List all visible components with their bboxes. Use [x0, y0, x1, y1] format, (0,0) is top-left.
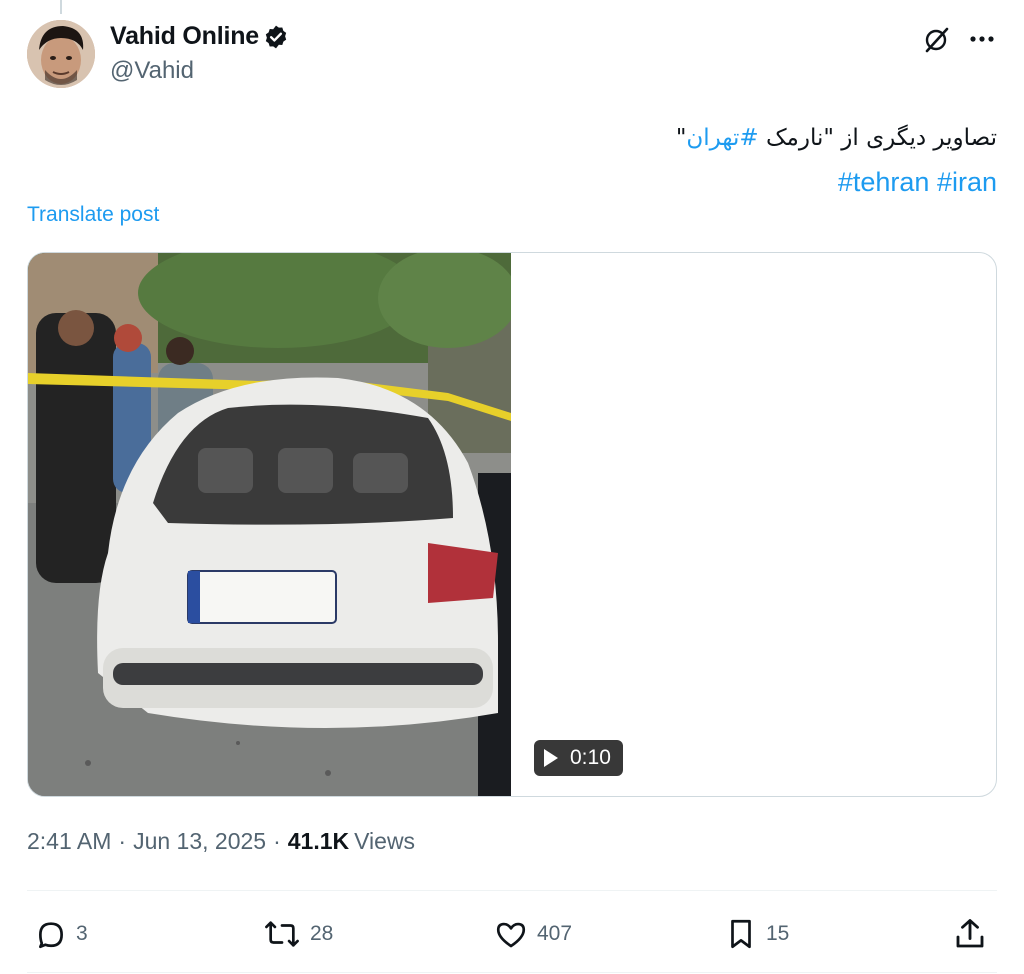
media-container[interactable]: 0:10 — [27, 252, 997, 797]
bookmark-button[interactable]: 15 — [724, 914, 789, 954]
author-display-name[interactable]: Vahid Online — [110, 22, 259, 51]
author-name-row: Vahid Online — [110, 22, 289, 51]
share-button[interactable] — [952, 914, 988, 954]
divider — [27, 972, 997, 973]
reply-button[interactable]: 3 — [34, 914, 88, 954]
post-text-line-1: تصاویر دیگری از "نارمک #تهران" — [297, 116, 997, 160]
author-handle[interactable]: @Vahid — [110, 57, 194, 85]
meta-separator: · — [118, 828, 127, 854]
more-icon[interactable] — [966, 24, 998, 54]
bookmark-count: 15 — [766, 922, 790, 945]
like-button[interactable]: 407 — [493, 914, 572, 954]
post-hashtags[interactable]: #tehran #iran — [297, 160, 997, 204]
author-avatar[interactable] — [27, 20, 95, 88]
like-count: 407 — [537, 922, 573, 945]
post-text-end: " — [675, 125, 687, 151]
post-time[interactable]: 2:41 AM — [27, 828, 111, 855]
video-thumbnail[interactable] — [28, 253, 511, 796]
repost-count: 28 — [310, 922, 334, 945]
meta-separator: · — [273, 828, 281, 854]
repost-icon — [262, 917, 302, 951]
grok-icon[interactable] — [922, 24, 952, 54]
divider — [27, 890, 997, 891]
translate-post-link[interactable]: Translate post — [27, 203, 159, 227]
share-icon — [952, 916, 988, 952]
play-icon — [544, 749, 558, 767]
reply-count: 3 — [76, 922, 88, 945]
bookmark-icon — [724, 916, 758, 952]
views-label: Views — [354, 828, 416, 854]
thread-connector — [60, 0, 62, 14]
video-duration: 0:10 — [570, 746, 611, 769]
video-duration-badge[interactable]: 0:10 — [534, 740, 623, 776]
post-date[interactable]: Jun 13, 2025 — [133, 828, 266, 855]
post-meta: 2:41 AM · Jun 13, 2025 · 41.1K Views — [27, 828, 415, 855]
repost-button[interactable]: 28 — [262, 914, 333, 954]
heart-icon — [493, 917, 529, 951]
views-count: 41.1K — [287, 828, 350, 854]
post-text: تصاویر دیگری از "نارمک #تهران" #tehran #… — [297, 116, 997, 204]
verified-badge-icon — [263, 24, 289, 50]
post-text-part: تصاویر دیگری از "نارمک — [758, 125, 997, 151]
hashtag-tehran-fa[interactable]: #تهران — [686, 125, 758, 151]
reply-icon — [34, 917, 68, 951]
